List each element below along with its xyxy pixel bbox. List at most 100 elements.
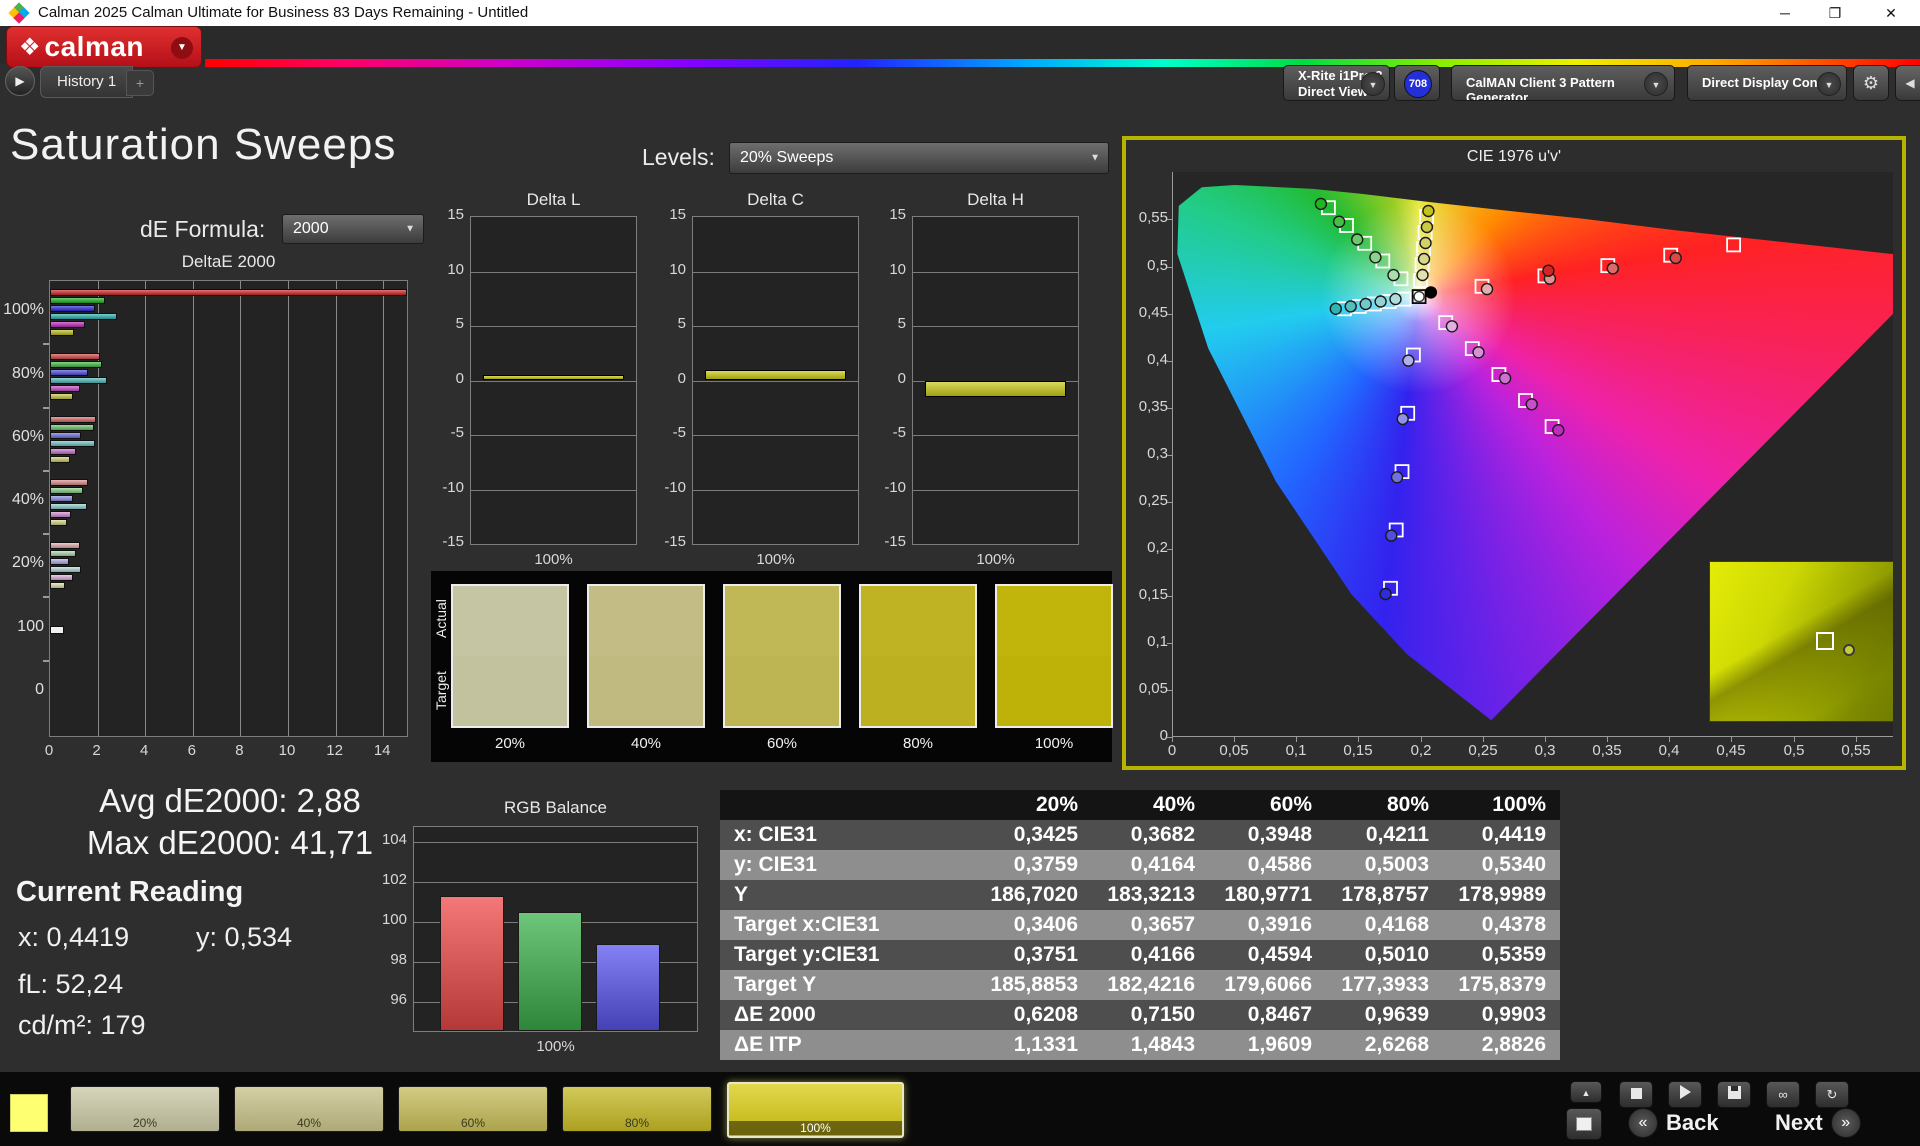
deltae-bar-red-40% <box>50 479 88 486</box>
cie-x-tick <box>1545 737 1546 742</box>
rgb-balance-title: RGB Balance <box>413 798 698 818</box>
cell-value: 182,4216 <box>1092 970 1209 1000</box>
chevron-left-icon: « <box>1628 1108 1658 1138</box>
patch-swatch-80%[interactable]: 80% <box>562 1086 712 1132</box>
x-axis-label: 100% <box>413 1038 698 1055</box>
y-category-label: 100 <box>0 618 44 636</box>
refresh-button[interactable]: ↻ <box>1815 1081 1849 1108</box>
cell-value: 1,9609 <box>1209 1030 1326 1060</box>
y-category-label: 0 <box>0 681 44 699</box>
cie-y-tick <box>1167 219 1172 220</box>
gridline <box>471 435 636 436</box>
cie-measured-red-100% <box>1543 265 1554 276</box>
gridline <box>913 435 1078 436</box>
gridline <box>145 281 146 736</box>
y-category-label: 100% <box>0 301 44 319</box>
calman-menu-button[interactable]: ❖ calman ▼ <box>6 26 202 68</box>
deltae-bar-red-100% <box>50 289 407 296</box>
y-tick-label: 102 <box>367 871 407 888</box>
stop-button[interactable] <box>1619 1081 1653 1108</box>
save-button[interactable] <box>1717 1081 1751 1108</box>
levels-dropdown[interactable]: 20% Sweeps ▼ <box>729 142 1109 174</box>
calman-window: Calman 2025 Calman Ultimate for Business… <box>0 0 1920 1146</box>
y-tick-label: 5 <box>646 315 686 332</box>
deltae-bar-green-40% <box>50 487 83 494</box>
bottom-bar: ▲ ∞ ↻ « Back Next » 20% 40% 60% 80% 100% <box>0 1072 1920 1146</box>
y-tick-label: -5 <box>646 424 686 441</box>
cell-value: 175,8379 <box>1443 970 1560 1000</box>
calman-logo-icon: ❖ <box>19 33 41 62</box>
swatch-target-half <box>997 656 1111 726</box>
deltae-bar-yellow-40% <box>50 519 67 526</box>
chevron-down-icon[interactable]: ▼ <box>1817 72 1841 96</box>
deltae-bar-blue-80% <box>50 369 88 376</box>
rgb-balance-chart <box>413 826 698 1032</box>
display-control-dropdown[interactable]: Direct Display Control ▼ <box>1687 65 1847 101</box>
pattern-generator-dropdown[interactable]: CalMAN Client 3 Pattern Generator ▼ <box>1451 65 1675 101</box>
back-button[interactable]: « Back <box>1628 1106 1719 1140</box>
y-tick-mark <box>43 660 49 662</box>
cie-x-tick <box>1234 737 1235 742</box>
cie-x-tick <box>1483 737 1484 742</box>
cie-y-tick <box>1167 314 1172 315</box>
table-row: Target Y185,8853182,4216179,6066177,3933… <box>720 970 1560 1000</box>
cie-measured-magenta-40% <box>1473 347 1484 358</box>
page-title: Saturation Sweeps <box>10 120 396 170</box>
delta_l-bar <box>483 375 624 380</box>
cie-measured-yellow-20% <box>1417 270 1428 281</box>
play-button[interactable] <box>1668 1081 1702 1108</box>
collapse-panel-button[interactable]: ◀ <box>1895 65 1920 101</box>
patch-swatch-60%[interactable]: 60% <box>398 1086 548 1132</box>
patch-swatch-40%[interactable]: 40% <box>234 1086 384 1132</box>
meter-dropdown[interactable]: X-Rite i1Pro 3Direct View ▼ <box>1283 65 1390 101</box>
swatch-actual-half <box>997 586 1111 656</box>
meter-reading-badge[interactable]: 708 <box>1394 65 1440 101</box>
gridline <box>693 326 858 327</box>
cie-measured-magenta-20% <box>1446 321 1457 332</box>
app-icon <box>10 4 28 22</box>
patch-swatch-label: 20% <box>71 1116 219 1130</box>
cie-measured-red-20% <box>1482 284 1493 295</box>
pattern-window-button[interactable] <box>1566 1108 1602 1140</box>
tab-history-1[interactable]: History 1 <box>40 66 133 98</box>
y-tick-label: 15 <box>866 206 906 223</box>
cie-x-tick <box>1794 737 1795 742</box>
expand-up-button[interactable]: ▲ <box>1570 1081 1602 1103</box>
settings-button[interactable]: ⚙ <box>1853 65 1889 101</box>
cell-value: 2,6268 <box>1326 1030 1443 1060</box>
delta_h-title: Delta H <box>912 190 1079 210</box>
y-tick-label: 98 <box>367 951 407 968</box>
gridline <box>913 272 1078 273</box>
add-tab-button[interactable]: + <box>126 70 154 96</box>
cie-y-tick-label: 0,15 <box>1126 586 1168 603</box>
gridline <box>913 490 1078 491</box>
swatch-target-half <box>861 656 975 726</box>
chevron-down-icon: ▼ <box>405 224 415 235</box>
maximize-button[interactable]: ❐ <box>1812 0 1858 26</box>
patch-swatch-20%[interactable]: 20% <box>70 1086 220 1132</box>
cie-chart-plot <box>1172 172 1893 737</box>
current-cdm2-value: cd/m²: 179 <box>18 1010 146 1041</box>
continuous-measure-button[interactable]: ∞ <box>1766 1081 1800 1108</box>
swatch-80% <box>859 584 977 728</box>
swatch-actual-half <box>725 586 839 656</box>
next-button[interactable]: Next » <box>1775 1106 1861 1140</box>
history-nav-button[interactable]: ▶ <box>5 66 35 96</box>
cell-value: 0,5359 <box>1443 940 1560 970</box>
cie-measured-red-60% <box>1607 263 1618 274</box>
minimize-button[interactable]: ─ <box>1762 0 1808 26</box>
chevron-down-icon[interactable]: ▼ <box>1361 72 1385 96</box>
gridline <box>693 272 858 273</box>
current-reading-heading: Current Reading <box>16 876 243 909</box>
y-tick-label: -15 <box>424 533 464 550</box>
y-tick-label: 15 <box>646 206 686 223</box>
deltae-bar-yellow-60% <box>50 456 70 463</box>
gear-icon: ⚙ <box>1863 73 1879 93</box>
cie-measured-cyan-20% <box>1390 294 1401 305</box>
cie-x-tick-label: 0,05 <box>1210 742 1258 759</box>
chevron-down-icon[interactable]: ▼ <box>171 37 193 59</box>
chevron-down-icon[interactable]: ▼ <box>1644 72 1668 96</box>
de-formula-dropdown[interactable]: 2000 ▼ <box>282 214 424 244</box>
close-button[interactable]: ✕ <box>1868 0 1914 26</box>
patch-swatch-100%[interactable]: 100% <box>727 1082 904 1138</box>
